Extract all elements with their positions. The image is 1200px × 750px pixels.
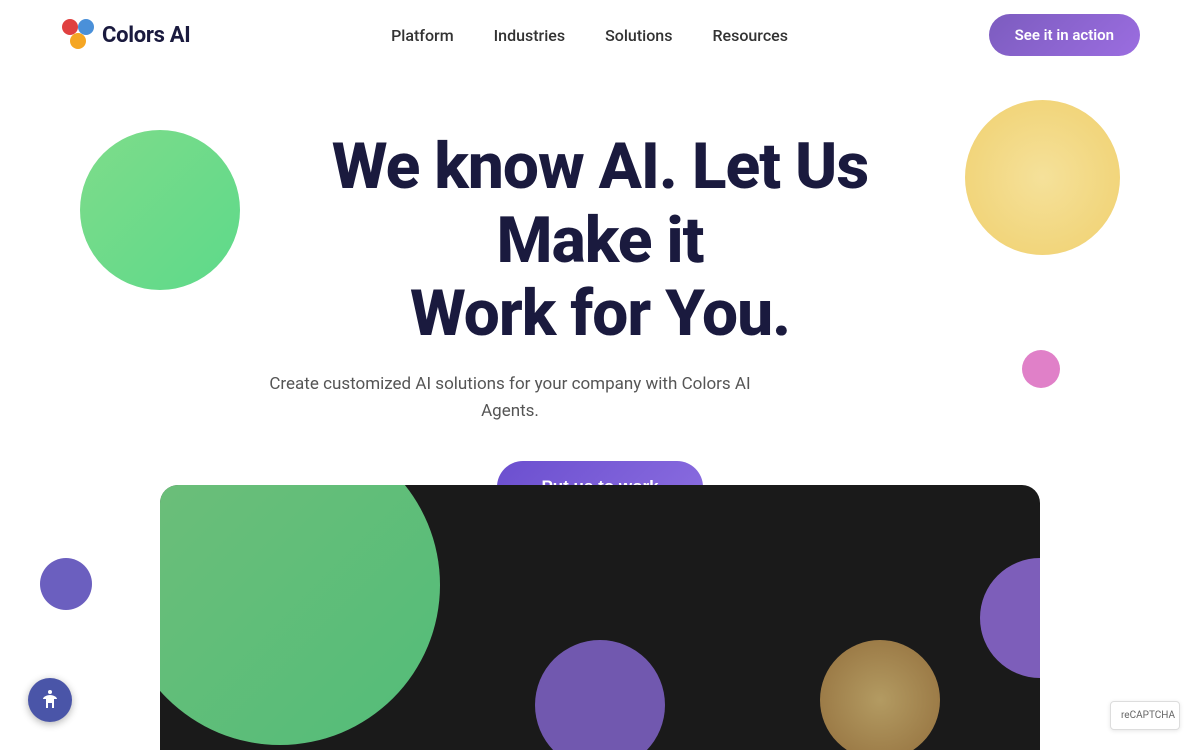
hero-title: We know AI. Let Us Make it Work for You. [250,130,950,351]
preview-section [160,485,1040,750]
preview-circle-gold [820,640,940,750]
preview-circle-right-edge [980,558,1040,678]
hero-content: We know AI. Let Us Make it Work for You.… [250,130,950,513]
nav-item-resources[interactable]: Resources [712,26,788,45]
preview-circle-purple [535,640,665,750]
accessibility-icon [38,688,62,712]
nav-item-industries[interactable]: Industries [494,26,565,45]
recaptcha-badge: reCAPTCHA [1110,701,1180,730]
navbar: Colors AI Platform Industries Solutions … [0,0,1200,70]
nav-item-platform[interactable]: Platform [391,26,454,45]
decorative-circle-purple-left [40,558,92,610]
logo-text: Colors AI [102,23,190,48]
preview-circle-green [160,485,440,745]
preview-inner [160,485,1040,750]
hero-subtitle: Create customized AI solutions for your … [250,371,770,425]
hero-section: We know AI. Let Us Make it Work for You.… [0,70,1200,553]
logo[interactable]: Colors AI [60,17,190,53]
nav-cta-button[interactable]: See it in action [989,14,1140,56]
nav-links: Platform Industries Solutions Resources [391,26,788,45]
nav-item-solutions[interactable]: Solutions [605,26,672,45]
accessibility-button[interactable] [28,678,72,722]
